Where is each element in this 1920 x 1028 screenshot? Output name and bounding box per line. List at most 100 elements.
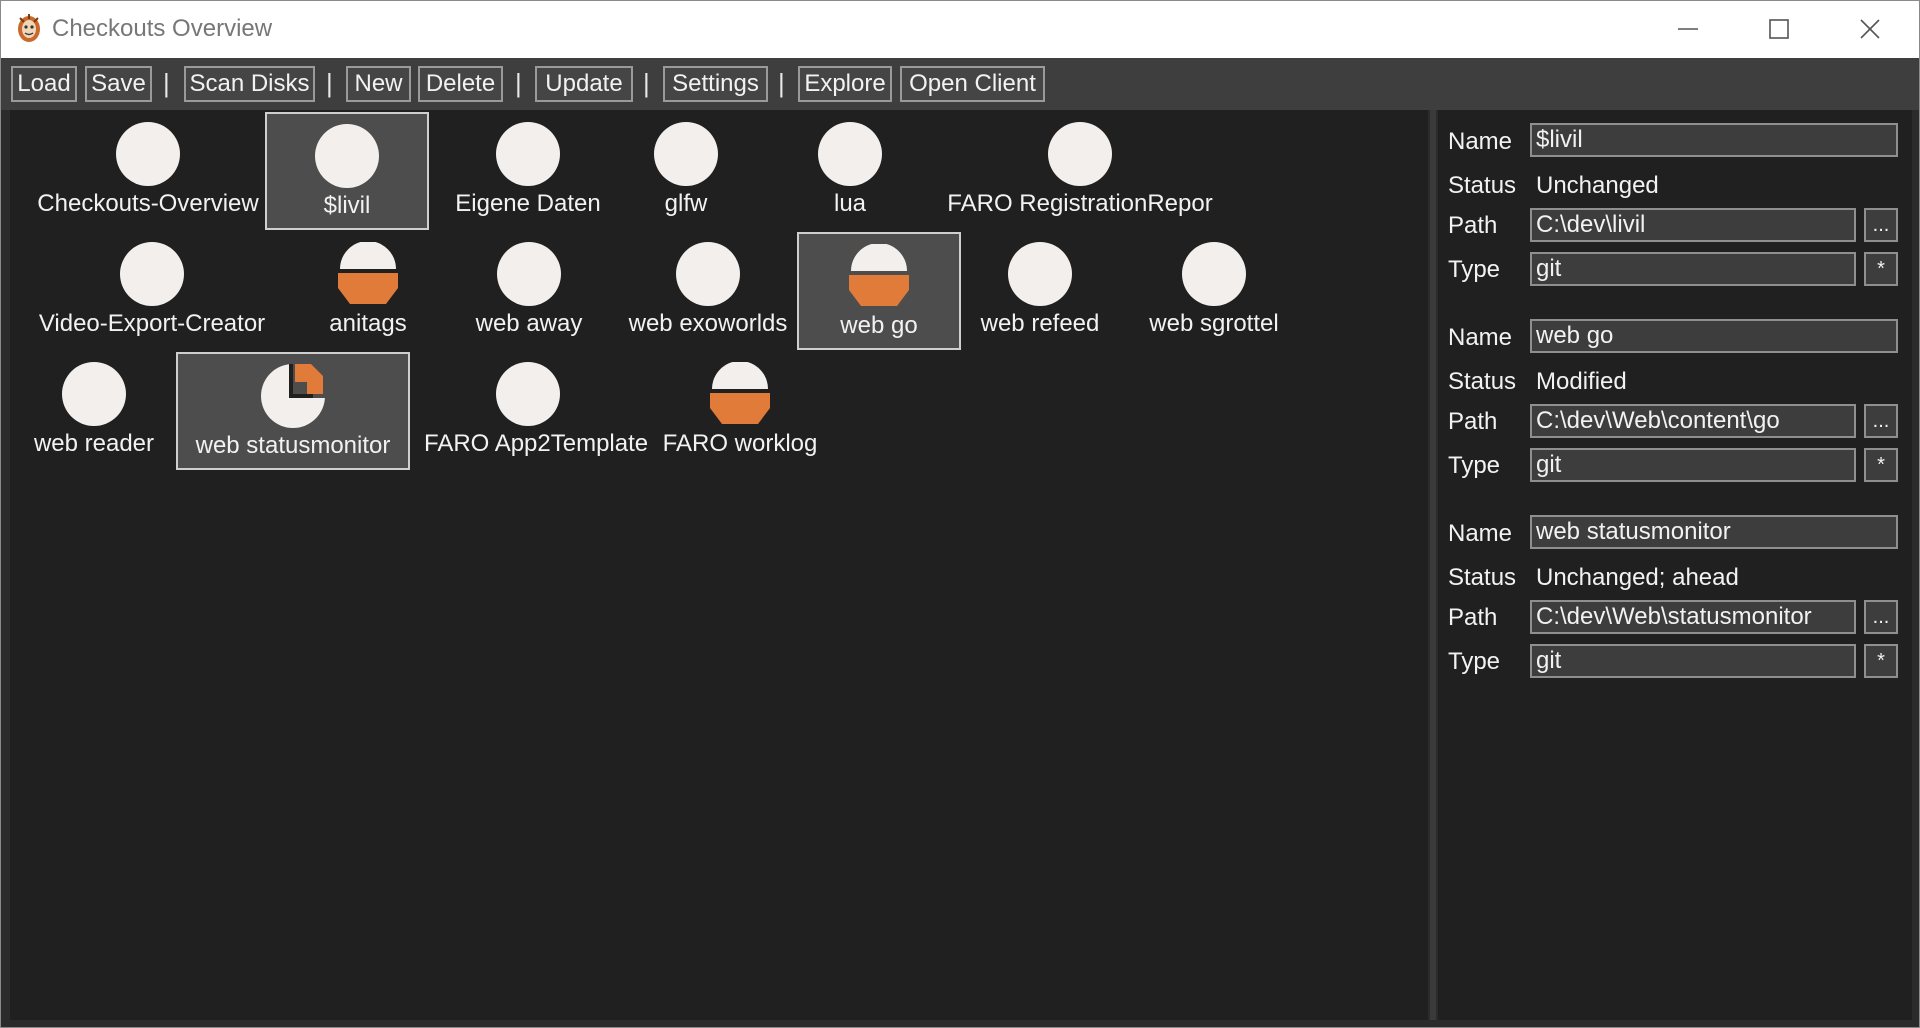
bowl-modified-icon bbox=[710, 362, 770, 424]
circle-unchanged-icon bbox=[315, 124, 379, 188]
panel-splitter[interactable] bbox=[1430, 110, 1436, 1020]
app-logo-icon bbox=[18, 14, 40, 42]
checkout-item[interactable]: FARO App2Template bbox=[424, 352, 649, 468]
checkout-item-label: web sgrottel bbox=[1149, 310, 1279, 337]
path-label: Path bbox=[1448, 604, 1498, 631]
maximize-icon bbox=[1769, 19, 1789, 39]
checkout-item[interactable]: glfw bbox=[626, 112, 746, 228]
name-field[interactable] bbox=[1530, 319, 1898, 353]
circle-unchanged-icon bbox=[676, 242, 740, 306]
status-label: Status bbox=[1448, 368, 1517, 395]
type-field[interactable] bbox=[1530, 252, 1856, 286]
type-label: Type bbox=[1448, 452, 1501, 479]
checkout-item[interactable]: lua bbox=[790, 112, 910, 228]
path-field[interactable] bbox=[1530, 600, 1856, 634]
type-label: Type bbox=[1448, 256, 1501, 283]
toolbar-separator: | bbox=[163, 68, 170, 98]
close-icon bbox=[1860, 19, 1880, 39]
minimize-icon bbox=[1678, 28, 1698, 30]
close-button[interactable] bbox=[1824, 0, 1916, 58]
settings-button[interactable]: Settings bbox=[663, 66, 768, 102]
type-options-button[interactable]: * bbox=[1864, 252, 1898, 286]
title-bar: Checkouts Overview bbox=[0, 0, 1920, 58]
type-options-button[interactable]: * bbox=[1864, 448, 1898, 482]
checkout-item-label: FARO App2Template bbox=[424, 430, 649, 457]
checkout-item-label: $livil bbox=[323, 192, 371, 219]
delete-button[interactable]: Delete bbox=[418, 66, 503, 102]
checkout-item-label: web reader bbox=[33, 430, 155, 457]
checkout-item-label: web exoworlds bbox=[628, 310, 788, 337]
status-label: Status bbox=[1448, 564, 1517, 591]
checkout-item-label: Checkouts-Overview bbox=[37, 190, 259, 217]
circle-unchanged-icon bbox=[1182, 242, 1246, 306]
toolbar: Load Save | Scan Disks | New Delete | Up… bbox=[0, 58, 1920, 110]
checkout-item[interactable]: web refeed bbox=[970, 232, 1110, 348]
browse-path-button[interactable]: ... bbox=[1864, 600, 1898, 634]
name-label: Name bbox=[1448, 324, 1513, 351]
checkout-item-label: lua bbox=[833, 190, 867, 217]
bowl-modified-icon bbox=[338, 242, 398, 304]
new-button[interactable]: New bbox=[346, 66, 411, 102]
checkout-item[interactable]: FARO worklog bbox=[660, 352, 820, 468]
bowl-modified-icon bbox=[849, 244, 909, 306]
toolbar-separator: | bbox=[515, 68, 522, 98]
circle-unchanged-icon bbox=[1048, 122, 1112, 186]
toolbar-separator: | bbox=[643, 68, 650, 98]
checkout-item[interactable]: web sgrottel bbox=[1134, 232, 1294, 348]
circle-unchanged-icon bbox=[818, 122, 882, 186]
type-field[interactable] bbox=[1530, 448, 1856, 482]
scan-disks-button[interactable]: Scan Disks bbox=[184, 66, 315, 102]
circle-unchanged-icon bbox=[654, 122, 718, 186]
checkout-item[interactable]: FARO RegistrationRepor bbox=[944, 112, 1216, 228]
toolbar-separator: | bbox=[326, 68, 333, 98]
status-label: Status bbox=[1448, 172, 1517, 199]
checkout-item-label: web refeed bbox=[980, 310, 1100, 337]
browse-path-button[interactable]: ... bbox=[1864, 208, 1898, 242]
checkout-item[interactable]: $livil bbox=[265, 112, 429, 230]
load-button[interactable]: Load bbox=[11, 66, 77, 102]
checkout-item[interactable]: Eigene Daten bbox=[440, 112, 616, 228]
name-field[interactable] bbox=[1530, 515, 1898, 549]
checkout-item-label: FARO RegistrationRepor bbox=[947, 190, 1213, 217]
checkout-item[interactable]: anitags bbox=[300, 232, 436, 348]
checkout-item[interactable]: web reader bbox=[24, 352, 164, 468]
maximize-button[interactable] bbox=[1733, 0, 1825, 58]
status-value: Modified bbox=[1536, 368, 1627, 395]
circle-unchanged-icon bbox=[497, 242, 561, 306]
path-field[interactable] bbox=[1530, 404, 1856, 438]
status-value: Unchanged bbox=[1536, 172, 1659, 199]
save-button[interactable]: Save bbox=[85, 66, 152, 102]
checkout-item[interactable]: Checkouts-Overview bbox=[24, 112, 272, 228]
explore-button[interactable]: Explore bbox=[798, 66, 892, 102]
checkout-item[interactable]: web go bbox=[797, 232, 961, 350]
checkout-item[interactable]: web statusmonitor bbox=[176, 352, 410, 470]
checkout-item-label: Eigene Daten bbox=[455, 190, 601, 217]
open-client-button[interactable]: Open Client bbox=[900, 66, 1045, 102]
circle-unchanged-icon bbox=[496, 122, 560, 186]
circle-unchanged-icon bbox=[1008, 242, 1072, 306]
minimize-button[interactable] bbox=[1642, 0, 1734, 58]
checkout-item[interactable]: web exoworlds bbox=[618, 232, 798, 348]
toolbar-separator: | bbox=[778, 68, 785, 98]
checkout-item-label: Video-Export-Creator bbox=[38, 310, 266, 337]
status-value: Unchanged; ahead bbox=[1536, 564, 1739, 591]
circle-unchanged-icon bbox=[496, 362, 560, 426]
type-options-button[interactable]: * bbox=[1864, 644, 1898, 678]
type-field[interactable] bbox=[1530, 644, 1856, 678]
circle-unchanged-icon bbox=[62, 362, 126, 426]
circle-ahead-icon bbox=[261, 364, 325, 428]
browse-path-button[interactable]: ... bbox=[1864, 404, 1898, 438]
path-field[interactable] bbox=[1530, 208, 1856, 242]
checkout-item[interactable]: Video-Export-Creator bbox=[24, 232, 280, 348]
update-button[interactable]: Update bbox=[535, 66, 633, 102]
checkout-item-label: web go bbox=[840, 312, 918, 339]
type-label: Type bbox=[1448, 648, 1501, 675]
checkout-item[interactable]: web away bbox=[458, 232, 600, 348]
checkouts-list: Checkouts-Overview $livil Eigene Daten g… bbox=[10, 110, 1428, 1020]
circle-unchanged-icon bbox=[116, 122, 180, 186]
name-field[interactable] bbox=[1530, 123, 1898, 157]
circle-unchanged-icon bbox=[120, 242, 184, 306]
checkout-item-label: FARO worklog bbox=[662, 430, 818, 457]
checkout-item-label: glfw bbox=[664, 190, 708, 217]
properties-panel: Name Status Unchanged Path ... Type * Na… bbox=[1438, 110, 1912, 1020]
